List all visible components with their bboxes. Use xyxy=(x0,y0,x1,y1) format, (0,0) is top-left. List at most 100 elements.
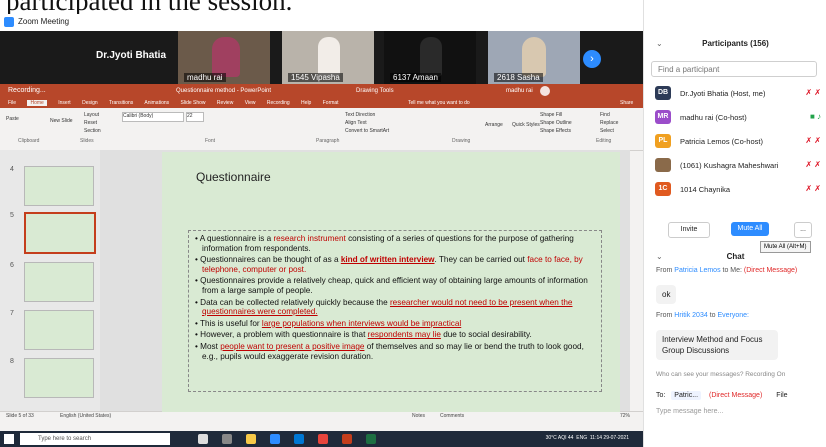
replace-button[interactable]: Replace xyxy=(600,120,618,126)
recipient-select[interactable]: Patric... xyxy=(671,391,702,400)
tab-transitions[interactable]: Transitions xyxy=(109,100,133,106)
chrome-icon[interactable] xyxy=(318,434,328,444)
group-label: Paragraph xyxy=(316,138,340,144)
muted-mic-icon[interactable]: ✗ ✗ xyxy=(805,160,821,169)
muted-mic-icon[interactable]: ✗ ✗ xyxy=(805,184,821,193)
task-view-icon[interactable] xyxy=(222,434,232,444)
font-size-select[interactable]: 22 xyxy=(186,112,204,122)
shape-effects-button[interactable]: Shape Effects xyxy=(540,128,571,134)
file-button[interactable]: File xyxy=(776,392,787,399)
chat-message-header: From Patricia Lemos to Me: (Direct Messa… xyxy=(656,267,798,274)
participant-row[interactable]: PL Patricia Lemos (Co-host) ✗ ✗ xyxy=(644,130,826,152)
font-name-select[interactable]: Calibri (Body) xyxy=(122,112,184,122)
chat-visibility-note[interactable]: Who can see your messages? Recording On xyxy=(656,371,785,378)
tab-help[interactable]: Help xyxy=(301,100,311,106)
paste-button[interactable]: Paste xyxy=(6,116,19,122)
recording-label[interactable]: Recording... xyxy=(8,87,46,94)
slide-bullets: • A questionnaire is a research instrume… xyxy=(194,234,598,363)
user-avatar[interactable] xyxy=(540,86,550,96)
align-text-button[interactable]: Align Text xyxy=(345,120,367,126)
participant-row[interactable]: DB Dr.Jyoti Bhatia (Host, me) ✗ ✗ xyxy=(644,82,826,104)
chat-message: Interview Method and Focus Group Discuss… xyxy=(656,330,778,360)
zoom-level[interactable]: 72% xyxy=(620,413,630,419)
find-participant-input[interactable]: Find a participant xyxy=(651,61,817,77)
chat-recipient-row: To: Patric... (Direct Message) File xyxy=(656,391,788,400)
slide-thumbnail-selected[interactable] xyxy=(24,212,96,254)
tab-recording[interactable]: Recording xyxy=(267,100,290,106)
section-button[interactable]: Section xyxy=(84,128,101,134)
tab-design[interactable]: Design xyxy=(82,100,98,106)
tab-file[interactable]: File xyxy=(8,100,16,106)
new-slide-button[interactable]: New Slide xyxy=(50,118,73,124)
chat-message-input[interactable]: Type message here... xyxy=(656,408,723,415)
avatar xyxy=(655,158,671,172)
find-button[interactable]: Find xyxy=(600,112,610,118)
arrange-button[interactable]: Arrange xyxy=(485,122,503,128)
video-tile[interactable]: 6137 Amaan xyxy=(384,31,476,84)
bullet: • A questionnaire is a research instrume… xyxy=(195,234,574,253)
tile-name: madhu rai xyxy=(184,73,226,82)
participant-name: Patricia Lemos (Co-host) xyxy=(680,137,763,146)
video-tile[interactable]: 1545 Vipasha xyxy=(282,31,374,84)
cortana-icon[interactable] xyxy=(198,434,208,444)
share-button[interactable]: Share xyxy=(620,100,633,106)
participant-video-icon xyxy=(212,37,240,77)
tell-me-box[interactable]: Tell me what you want to do xyxy=(408,100,470,106)
slide-thumbnail[interactable] xyxy=(24,358,94,398)
current-slide[interactable]: Questionnaire • A questionnaire is a res… xyxy=(162,152,620,412)
ribbon-tabs: File Home Insert Design Transitions Anim… xyxy=(0,98,643,108)
video-tile[interactable]: 2618 Sasha xyxy=(488,31,580,84)
tab-home[interactable]: Home xyxy=(27,100,47,106)
slide-thumbnail[interactable] xyxy=(24,262,94,302)
weather[interactable]: 30°C AQI 44 xyxy=(546,435,574,441)
participant-video-icon xyxy=(522,37,546,77)
participant-row[interactable]: (1061) Kushagra Maheshwari ✗ ✗ xyxy=(644,154,826,176)
tab-view[interactable]: View xyxy=(245,100,256,106)
slide-thumbnail[interactable] xyxy=(24,310,94,350)
powerpoint-icon[interactable] xyxy=(342,434,352,444)
slide-thumbnails: 4 5 6 7 8 xyxy=(0,150,100,412)
edge-icon[interactable] xyxy=(294,434,304,444)
text-direction-button[interactable]: Text Direction xyxy=(345,112,375,118)
muted-mic-icon[interactable]: ✗ ✗ xyxy=(805,136,821,145)
tab-format[interactable]: Format xyxy=(323,100,339,106)
excel-icon[interactable] xyxy=(366,434,376,444)
participant-row[interactable]: MR madhu rai (Co-host) ■ ♪ xyxy=(644,106,826,128)
participant-name: Dr.Jyoti Bhatia (Host, me) xyxy=(680,89,766,98)
select-button[interactable]: Select xyxy=(600,128,614,134)
next-page-button[interactable]: › xyxy=(583,50,601,68)
taskbar-search[interactable]: Type here to search xyxy=(20,433,170,445)
language-indicator[interactable]: ENG xyxy=(576,435,587,441)
shape-outline-button[interactable]: Shape Outline xyxy=(540,120,572,126)
tab-animations[interactable]: Animations xyxy=(144,100,169,106)
mute-all-button[interactable]: Mute All xyxy=(731,222,769,236)
quick-styles-button[interactable]: Quick Styles xyxy=(512,122,540,128)
thumb-number: 4 xyxy=(10,166,14,173)
more-options-button[interactable]: ... xyxy=(794,222,812,238)
muted-mic-icon[interactable]: ✗ ✗ xyxy=(805,88,821,97)
participants-title: Participants (156) xyxy=(702,39,769,48)
clock-date[interactable]: 29-07-2021 xyxy=(603,435,629,441)
zoom-app-icon[interactable] xyxy=(270,434,280,444)
chat-message-header: From Hritik 2034 to Everyone: xyxy=(656,312,750,319)
tab-review[interactable]: Review xyxy=(217,100,233,106)
clock-time[interactable]: 11:14 xyxy=(590,435,602,441)
tab-slideshow[interactable]: Slide Show xyxy=(181,100,206,106)
smartart-button[interactable]: Convert to SmartArt xyxy=(345,128,389,134)
reset-button[interactable]: Reset xyxy=(84,120,97,126)
comments-button[interactable]: Comments xyxy=(440,413,464,419)
participant-video-icon xyxy=(420,37,442,77)
layout-button[interactable]: Layout xyxy=(84,112,99,118)
video-tile[interactable]: madhu rai xyxy=(178,31,270,84)
shape-fill-button[interactable]: Shape Fill xyxy=(540,112,562,118)
invite-button[interactable]: Invite xyxy=(668,222,710,238)
avatar: MR xyxy=(655,110,671,124)
slide-thumbnail[interactable] xyxy=(24,166,94,206)
participant-row[interactable]: 1C 1014 Chaynika ✗ ✗ xyxy=(644,178,826,200)
notes-button[interactable]: Notes xyxy=(412,413,425,419)
participant-name: (1061) Kushagra Maheshwari xyxy=(680,161,779,170)
explorer-icon[interactable] xyxy=(246,434,256,444)
windows-start-icon[interactable] xyxy=(4,434,14,444)
bullet: • Most people want to present a positive… xyxy=(195,341,584,361)
tab-insert[interactable]: Insert xyxy=(58,100,71,106)
